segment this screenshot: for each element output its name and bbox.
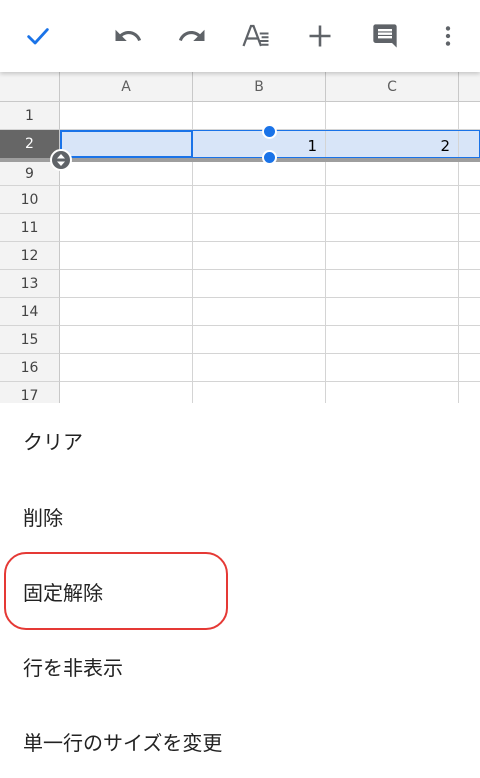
grid-cell[interactable] xyxy=(60,242,193,270)
cell-c2[interactable]: 2 xyxy=(326,130,459,158)
row-header-13[interactable]: 13 xyxy=(0,270,60,298)
selection-handle-bottom[interactable] xyxy=(262,150,277,165)
add-icon[interactable] xyxy=(298,14,342,58)
grid-cell[interactable] xyxy=(60,298,193,326)
menu-item-unfreeze[interactable]: 固定解除 xyxy=(0,554,480,628)
menu-item-label: 行を非表示 xyxy=(23,655,123,680)
grid-cell[interactable] xyxy=(326,162,459,186)
row-header-12[interactable]: 12 xyxy=(0,242,60,270)
grid-cell[interactable] xyxy=(193,186,326,214)
grid-cell[interactable] xyxy=(459,162,480,186)
grid-cell[interactable] xyxy=(193,298,326,326)
column-header-b[interactable]: B xyxy=(193,72,326,102)
grid-cell[interactable] xyxy=(459,298,480,326)
grid-cell[interactable] xyxy=(459,354,480,382)
grid-cell[interactable] xyxy=(326,242,459,270)
grid-cell[interactable] xyxy=(60,186,193,214)
menu-item-delete[interactable]: 削除 xyxy=(0,479,480,553)
row-context-menu: クリア 削除 固定解除 行を非表示 単一行のサイズを変更 xyxy=(0,403,480,777)
grid-cell[interactable] xyxy=(193,162,326,186)
menu-item-resize-row[interactable]: 単一行のサイズを変更 xyxy=(0,704,480,778)
check-icon[interactable] xyxy=(16,14,60,58)
selection-handle-top[interactable] xyxy=(262,124,277,139)
row-header-16[interactable]: 16 xyxy=(0,354,60,382)
row-header-1[interactable]: 1 xyxy=(0,102,60,130)
grid-cell[interactable] xyxy=(326,270,459,298)
grid-cell[interactable] xyxy=(193,354,326,382)
row-header-11[interactable]: 11 xyxy=(0,214,60,242)
column-header-c[interactable]: C xyxy=(326,72,459,102)
menu-item-label: 固定解除 xyxy=(23,580,103,605)
redo-icon[interactable] xyxy=(170,14,214,58)
grid-cell[interactable] xyxy=(193,214,326,242)
grid-cell[interactable] xyxy=(60,382,193,403)
grid-cell[interactable] xyxy=(60,354,193,382)
grid-cell[interactable] xyxy=(193,270,326,298)
row-resize-icon[interactable] xyxy=(50,149,72,171)
grid-cell[interactable] xyxy=(326,214,459,242)
grid-cell[interactable] xyxy=(326,382,459,403)
cell-b2[interactable]: 1 xyxy=(193,130,326,158)
text-format-icon[interactable] xyxy=(234,14,278,58)
cell-d1[interactable] xyxy=(459,102,480,130)
spreadsheet-grid[interactable]: A B C 1 2 1 2 9 10 11 12 13 14 15 16 17 xyxy=(0,72,480,403)
grid-cell[interactable] xyxy=(193,326,326,354)
cell-d2[interactable] xyxy=(459,130,480,158)
grid-cell[interactable] xyxy=(459,242,480,270)
column-header-d[interactable] xyxy=(459,72,480,102)
menu-item-label: 削除 xyxy=(23,505,63,530)
grid-cell[interactable] xyxy=(60,162,193,186)
grid-cell[interactable] xyxy=(459,270,480,298)
grid-cell[interactable] xyxy=(193,242,326,270)
more-vert-icon[interactable] xyxy=(426,14,470,58)
row-header-14[interactable]: 14 xyxy=(0,298,60,326)
grid-cell[interactable] xyxy=(193,382,326,403)
grid-cell[interactable] xyxy=(459,186,480,214)
menu-item-hide-row[interactable]: 行を非表示 xyxy=(0,629,480,703)
row-header-15[interactable]: 15 xyxy=(0,326,60,354)
menu-item-clear[interactable]: クリア xyxy=(0,403,480,477)
menu-item-label: 単一行のサイズを変更 xyxy=(23,730,223,755)
grid-cell[interactable] xyxy=(459,214,480,242)
comment-icon[interactable] xyxy=(363,14,407,58)
column-header-a[interactable]: A xyxy=(60,72,193,102)
undo-icon[interactable] xyxy=(106,14,150,58)
grid-cell[interactable] xyxy=(459,326,480,354)
grid-cell[interactable] xyxy=(459,382,480,403)
toolbar xyxy=(0,0,480,72)
menu-item-label: クリア xyxy=(23,429,83,454)
active-cell-outline xyxy=(60,130,193,158)
row-header-10[interactable]: 10 xyxy=(0,186,60,214)
cell-a1[interactable] xyxy=(60,102,193,130)
cell-b1[interactable] xyxy=(193,102,326,130)
grid-cell[interactable] xyxy=(60,326,193,354)
grid-cell[interactable] xyxy=(326,326,459,354)
grid-cell[interactable] xyxy=(326,354,459,382)
grid-cell[interactable] xyxy=(326,186,459,214)
select-all-corner[interactable] xyxy=(0,72,60,102)
row-header-17[interactable]: 17 xyxy=(0,382,60,403)
grid-cell[interactable] xyxy=(326,298,459,326)
grid-cell[interactable] xyxy=(60,214,193,242)
grid-cell[interactable] xyxy=(60,270,193,298)
cell-c1[interactable] xyxy=(326,102,459,130)
